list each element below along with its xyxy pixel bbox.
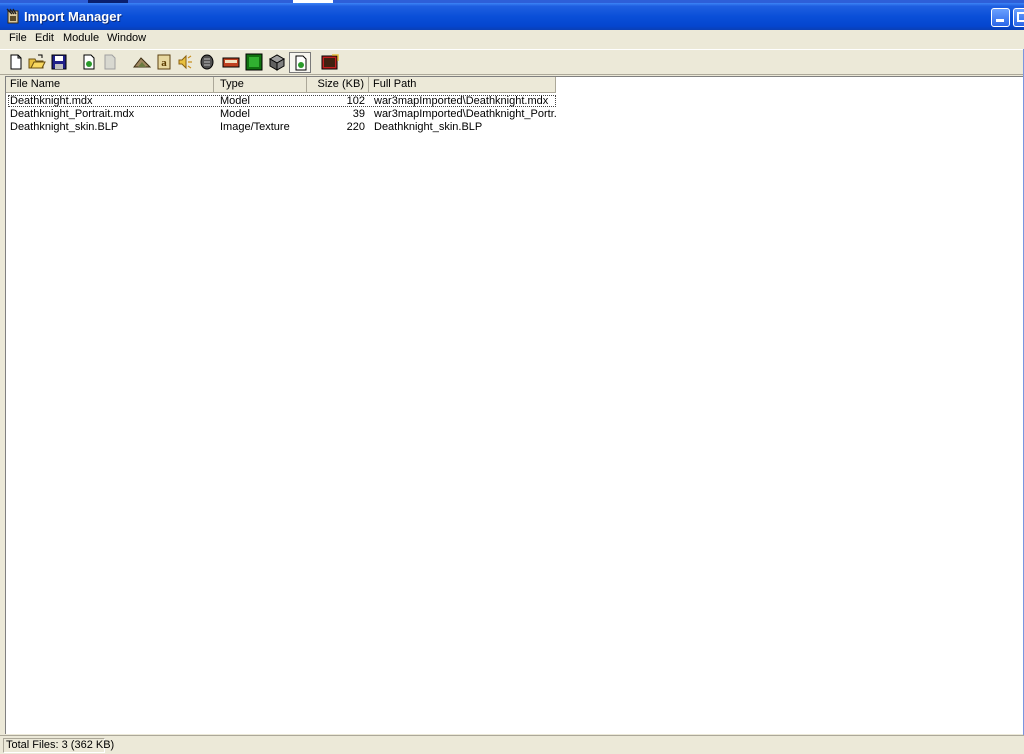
save-icon[interactable]	[50, 53, 68, 71]
minimize-icon	[996, 19, 1004, 22]
ai-editor-icon[interactable]	[245, 53, 263, 71]
toolbar: a	[0, 49, 1024, 75]
sound-editor-icon[interactable]	[176, 53, 194, 71]
object-editor-icon[interactable]	[198, 53, 216, 71]
svg-text:a: a	[161, 57, 167, 69]
column-header-type[interactable]: Type	[214, 77, 307, 93]
status-total-files: Total Files: 3 (362 KB)	[3, 738, 114, 753]
menu-window[interactable]: Window	[107, 32, 146, 44]
path-cell: Deathknight_skin.BLP	[374, 121, 483, 133]
menu-edit[interactable]: Edit	[35, 32, 54, 44]
table-row[interactable]: Deathknight_skin.BLP Image/Texture 220 D…	[6, 121, 1024, 134]
type-cell: Model	[220, 95, 250, 107]
size-cell: 220	[346, 121, 365, 133]
campaign-editor-icon[interactable]	[222, 53, 240, 71]
import-manager-button[interactable]	[289, 52, 311, 73]
file-list[interactable]: File Name Type Size (KB) Full Path Death…	[5, 76, 1024, 734]
object-manager-icon[interactable]	[268, 53, 286, 71]
import-manager-icon	[6, 8, 19, 24]
export-file-icon[interactable]	[101, 53, 119, 71]
file-name-cell: Deathknight.mdx	[10, 95, 93, 107]
path-cell: war3mapImported\Deathknight_Portr...	[374, 108, 556, 120]
title-bar: Import Manager	[0, 3, 1024, 30]
new-file-icon[interactable]	[7, 53, 25, 71]
status-bar: Total Files: 3 (362 KB)	[0, 735, 1024, 754]
size-cell: 39	[352, 108, 365, 120]
type-cell: Model	[220, 108, 250, 120]
column-header-size[interactable]: Size (KB)	[307, 77, 369, 93]
menu-file[interactable]: File	[9, 32, 27, 44]
menu-module[interactable]: Module	[63, 32, 99, 44]
table-row[interactable]: Deathknight_Portrait.mdx Model 39 war3ma…	[6, 108, 1024, 121]
file-name-cell: Deathknight_skin.BLP	[10, 121, 119, 133]
column-header-file-name[interactable]: File Name	[6, 77, 214, 93]
maximize-button[interactable]	[1013, 8, 1024, 27]
test-map-icon[interactable]	[321, 53, 339, 71]
minimize-button[interactable]	[991, 8, 1010, 27]
path-cell: war3mapImported\Deathknight.mdx	[374, 95, 549, 107]
import-manager-icon	[295, 55, 307, 71]
window-title: Import Manager	[24, 9, 122, 24]
size-cell: 102	[346, 95, 365, 107]
trigger-editor-icon[interactable]: a	[155, 53, 173, 71]
file-name-cell: Deathknight_Portrait.mdx	[10, 108, 135, 120]
terrain-editor-icon[interactable]	[133, 53, 151, 71]
import-file-icon[interactable]	[80, 53, 98, 71]
table-row[interactable]: Deathknight.mdx Model 102 war3mapImporte…	[6, 95, 1024, 108]
open-folder-icon[interactable]	[28, 53, 46, 71]
type-cell: Image/Texture	[220, 121, 290, 133]
menu-bar: File Edit Module Window	[0, 30, 1024, 48]
column-header-full-path[interactable]: Full Path	[369, 77, 556, 93]
maximize-icon	[1017, 12, 1024, 22]
